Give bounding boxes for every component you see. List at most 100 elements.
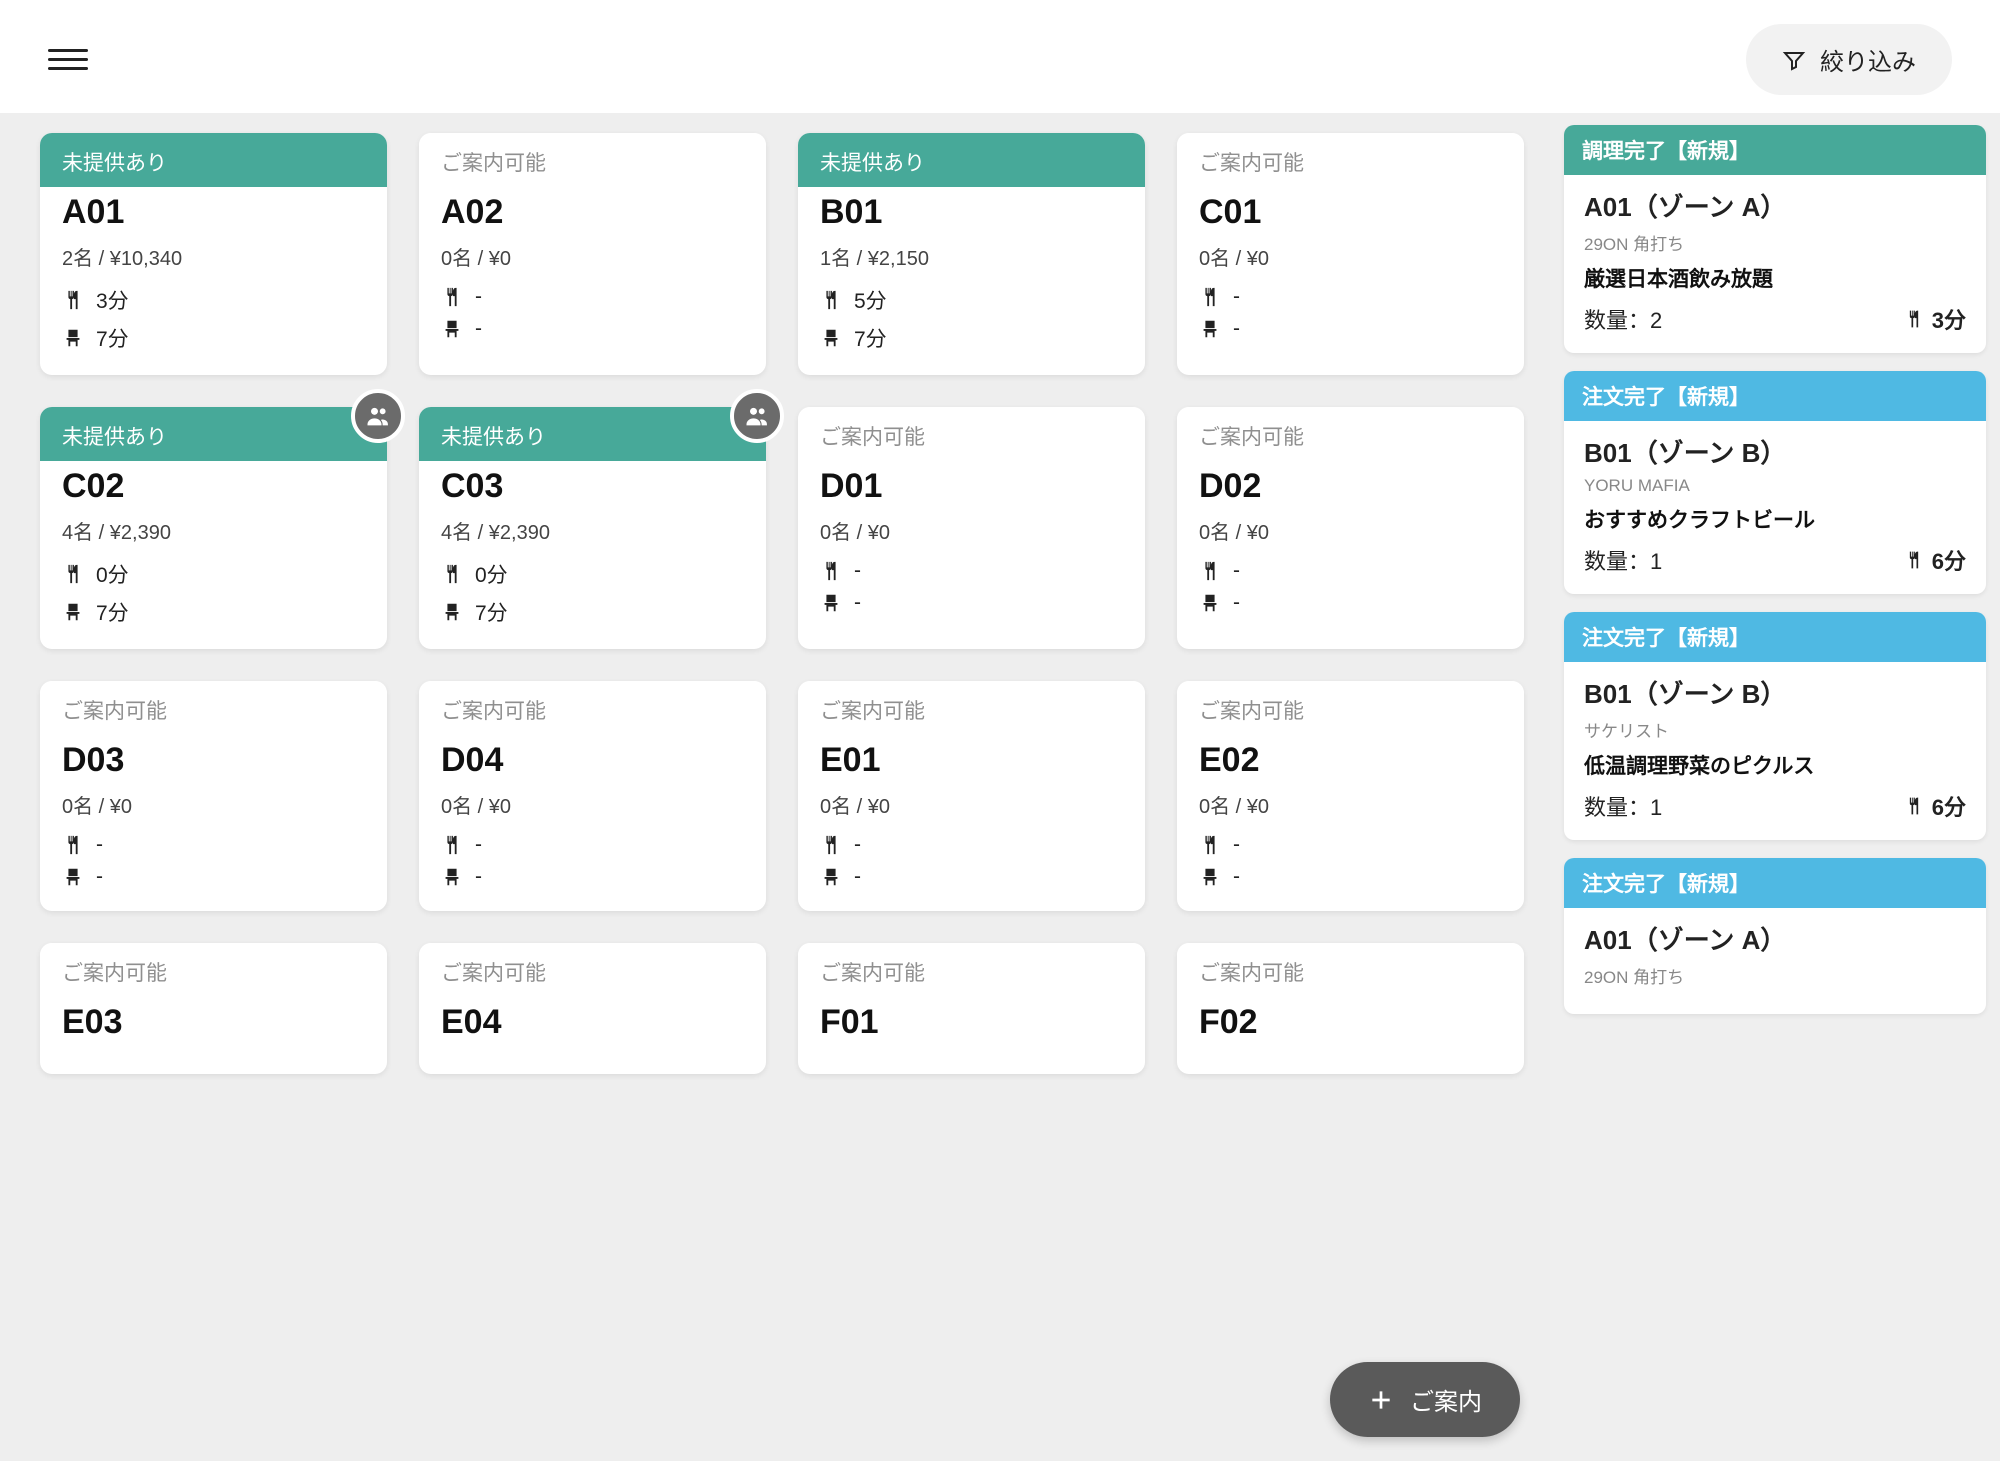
app-header: 絞り込み	[0, 0, 2000, 113]
table-status-header: ご案内可能	[798, 407, 1145, 461]
guide-button[interactable]: ご案内	[1330, 1362, 1520, 1437]
table-card[interactable]: ご案内可能 E01 0名 / ¥0 - -	[798, 681, 1145, 911]
notification-time: 6分	[1904, 544, 1966, 576]
table-status-header: 未提供あり	[419, 407, 766, 461]
notification-card[interactable]: 調理完了【新規】 A01（ゾーン A） 29ON 角打ち厳選日本酒飲み放題 数量…	[1564, 125, 1986, 353]
table-card[interactable]: 未提供あり B011名 / ¥2,1505分7分	[798, 133, 1145, 375]
filter-icon	[1782, 48, 1806, 72]
filter-label: 絞り込み	[1820, 42, 1916, 77]
notification-header: 注文完了【新規】	[1564, 371, 1986, 421]
table-name: D04	[441, 741, 744, 780]
table-status-header: 未提供あり	[40, 407, 387, 461]
table-summary: 0名 / ¥0	[62, 790, 365, 819]
table-name: C02	[62, 467, 365, 506]
table-status-header: ご案内可能	[1177, 943, 1524, 997]
table-name: A01	[62, 193, 365, 232]
table-name: C03	[441, 467, 744, 506]
table-card[interactable]: 未提供あり C03 4名 / ¥2,390 0分 7分	[419, 407, 766, 649]
table-grid-pane: 未提供あり A012名 / ¥10,3403分7分ご案内可能 A020名 / ¥…	[0, 113, 1550, 1461]
notification-item: おすすめクラフトビール	[1584, 504, 1966, 534]
table-card[interactable]: ご案内可能 A020名 / ¥0--	[419, 133, 766, 375]
seat-time-row: -	[441, 865, 744, 889]
menu-icon[interactable]	[48, 45, 88, 75]
table-summary: 4名 / ¥2,390	[62, 516, 365, 545]
notification-item: 厳選日本酒飲み放題	[1584, 263, 1966, 293]
table-card[interactable]: ご案内可能 E020名 / ¥0--	[1177, 681, 1524, 911]
food-time-row: 0分	[441, 559, 744, 589]
filter-button[interactable]: 絞り込み	[1746, 24, 1952, 95]
table-status-header: ご案内可能	[798, 943, 1145, 997]
table-summary: 0名 / ¥0	[441, 790, 744, 819]
table-name: C01	[1199, 193, 1502, 232]
table-card[interactable]: ご案内可能 F01	[798, 943, 1145, 1074]
table-status-header: ご案内可能	[419, 681, 766, 735]
notification-qty: 数量：2	[1584, 303, 1662, 335]
food-time-row: -	[62, 833, 365, 857]
notification-card[interactable]: 注文完了【新規】 B01（ゾーン B） サケリスト低温調理野菜のピクルス 数量：…	[1564, 612, 1986, 840]
table-name: B01	[820, 193, 1123, 232]
table-status-header: ご案内可能	[419, 943, 766, 997]
seat-time-row: 7分	[441, 597, 744, 627]
table-summary: 0名 / ¥0	[820, 790, 1123, 819]
table-name: D01	[820, 467, 1123, 506]
notification-time: 3分	[1904, 303, 1966, 335]
seat-time-row: -	[1199, 317, 1502, 341]
table-summary: 1名 / ¥2,150	[820, 242, 1123, 271]
notification-title: A01（ゾーン A）	[1584, 920, 1966, 957]
table-summary: 0名 / ¥0	[820, 516, 1123, 545]
table-status-header: ご案内可能	[798, 681, 1145, 735]
notification-item: 低温調理野菜のピクルス	[1584, 750, 1966, 780]
notification-qty: 数量：1	[1584, 544, 1662, 576]
notification-card[interactable]: 注文完了【新規】 A01（ゾーン A） 29ON 角打ち	[1564, 858, 1986, 1014]
table-name: E03	[62, 1003, 365, 1042]
table-summary: 2名 / ¥10,340	[62, 242, 365, 271]
seat-time-row: 7分	[62, 597, 365, 627]
table-status-header: ご案内可能	[40, 681, 387, 735]
table-card[interactable]: ご案内可能 D04 0名 / ¥0 - -	[419, 681, 766, 911]
table-card[interactable]: ご案内可能 D010名 / ¥0--	[798, 407, 1145, 649]
table-card[interactable]: ご案内可能 D020名 / ¥0--	[1177, 407, 1524, 649]
table-card[interactable]: 未提供あり C02 4名 / ¥2,390 0分 7分	[40, 407, 387, 649]
table-card[interactable]: ご案内可能 E04	[419, 943, 766, 1074]
food-time-row: 5分	[820, 285, 1123, 315]
food-time-row: -	[1199, 833, 1502, 857]
notification-vendor: サケリスト	[1584, 717, 1966, 742]
table-card[interactable]: ご案内可能 E03	[40, 943, 387, 1074]
table-status-header: ご案内可能	[1177, 681, 1524, 735]
notification-header: 注文完了【新規】	[1564, 858, 1986, 908]
food-time-row: -	[1199, 285, 1502, 309]
table-card[interactable]: ご案内可能 C010名 / ¥0--	[1177, 133, 1524, 375]
food-time-row: -	[820, 559, 1123, 583]
notification-pane: 調理完了【新規】 A01（ゾーン A） 29ON 角打ち厳選日本酒飲み放題 数量…	[1550, 113, 2000, 1461]
food-time-row: 0分	[62, 559, 365, 589]
notification-title: A01（ゾーン A）	[1584, 187, 1966, 224]
table-name: F01	[820, 1003, 1123, 1042]
table-summary: 4名 / ¥2,390	[441, 516, 744, 545]
table-card[interactable]: 未提供あり A012名 / ¥10,3403分7分	[40, 133, 387, 375]
table-name: D02	[1199, 467, 1502, 506]
table-card[interactable]: ご案内可能 D030名 / ¥0--	[40, 681, 387, 911]
food-time-row: -	[441, 833, 744, 857]
table-status-header: ご案内可能	[1177, 407, 1524, 461]
notification-header: 注文完了【新規】	[1564, 612, 1986, 662]
table-status-header: ご案内可能	[1177, 133, 1524, 187]
seat-time-row: 7分	[820, 323, 1123, 353]
table-name: D03	[62, 741, 365, 780]
notification-card[interactable]: 注文完了【新規】 B01（ゾーン B） YORU MAFIAおすすめクラフトビー…	[1564, 371, 1986, 594]
table-status-header: ご案内可能	[40, 943, 387, 997]
notification-time: 6分	[1904, 790, 1966, 822]
table-status-header: 未提供あり	[40, 133, 387, 187]
table-name: F02	[1199, 1003, 1502, 1042]
seat-time-row: -	[1199, 865, 1502, 889]
table-status-header: ご案内可能	[419, 133, 766, 187]
notification-vendor: 29ON 角打ち	[1584, 230, 1966, 255]
guide-label: ご案内	[1410, 1382, 1482, 1417]
group-badge-icon	[730, 389, 784, 443]
seat-time-row: -	[820, 865, 1123, 889]
group-badge-icon	[351, 389, 405, 443]
food-time-row: -	[820, 833, 1123, 857]
food-time-row: -	[441, 285, 744, 309]
table-name: E04	[441, 1003, 744, 1042]
table-name: E01	[820, 741, 1123, 780]
table-card[interactable]: ご案内可能 F02	[1177, 943, 1524, 1074]
